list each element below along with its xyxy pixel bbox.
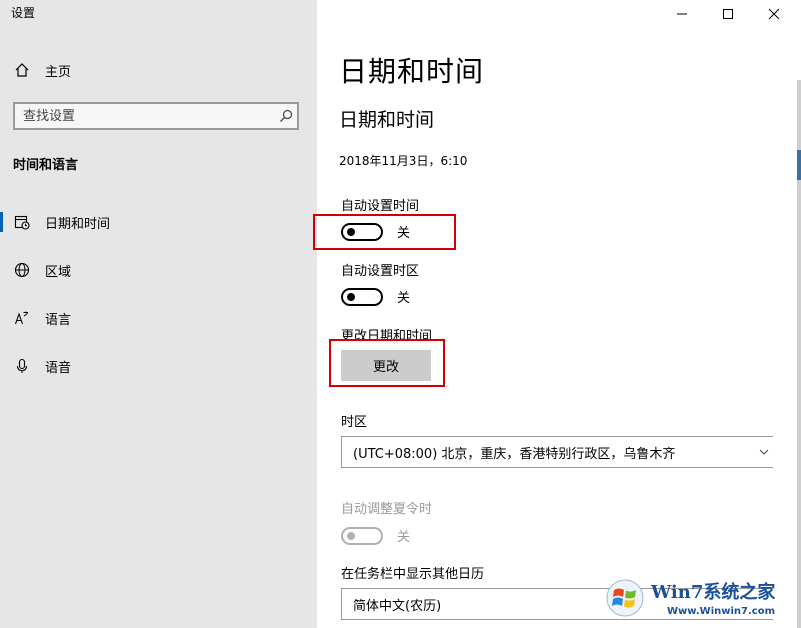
search-box[interactable]: [13, 102, 299, 130]
watermark: Win7系统之家 Www.Winwin7.com: [605, 572, 801, 628]
timezone-select[interactable]: (UTC+08:00) 北京，重庆，香港特别行政区，乌鲁木齐: [341, 436, 773, 468]
sidebar-item-speech[interactable]: 语音: [0, 346, 317, 386]
search-icon[interactable]: [275, 109, 297, 123]
sidebar-home-label: 主页: [45, 64, 72, 80]
auto-timezone-label: 自动设置时区: [341, 264, 420, 279]
sidebar-item-date-time[interactable]: 日期和时间: [0, 202, 317, 242]
microphone-icon: [13, 357, 31, 375]
windows-logo-icon: [606, 579, 644, 617]
highlight-box-auto-time: [313, 214, 456, 250]
main-content: 日期和时间 日期和时间 2018年11月3日，6:10 自动设置时间 关 自动设…: [317, 0, 801, 628]
sidebar-item-label: 语言: [45, 312, 72, 328]
search-input[interactable]: [15, 107, 275, 125]
sidebar-item-region[interactable]: 区域: [0, 250, 317, 290]
language-icon: [13, 309, 31, 327]
highlight-box-change: [329, 339, 445, 387]
toggle-knob: [347, 531, 355, 540]
timezone-value: (UTC+08:00) 北京，重庆，香港特别行政区，乌鲁木齐: [353, 446, 676, 462]
dst-label: 自动调整夏令时: [341, 502, 433, 517]
page-title: 日期和时间: [339, 55, 485, 88]
dst-toggle[interactable]: [341, 526, 383, 545]
timezone-label: 时区: [341, 415, 368, 430]
calendar-label: 在任务栏中显示其他日历: [341, 567, 485, 582]
toggle-knob: [347, 292, 355, 301]
sidebar-item-label: 语音: [45, 360, 72, 376]
dst-state: 关: [397, 530, 411, 545]
home-icon: [13, 61, 31, 79]
sidebar: 设置 主页 时间和语言 日期和时间 区域 语言 语音: [0, 0, 317, 628]
auto-timezone-toggle[interactable]: [341, 287, 383, 306]
current-datetime: 2018年11月3日，6:10: [339, 154, 468, 168]
app-title: 设置: [11, 6, 36, 20]
sidebar-item-label: 区域: [45, 264, 72, 280]
globe-icon: [13, 261, 31, 279]
group-title: 时间和语言: [13, 158, 79, 173]
dst-row: 关: [341, 526, 410, 545]
watermark-url: Www.Winwin7.com: [667, 606, 776, 617]
auto-timezone-state: 关: [397, 291, 411, 306]
sidebar-item-label: 日期和时间: [45, 216, 111, 232]
auto-time-label: 自动设置时间: [341, 199, 420, 214]
background-window-accent: [797, 150, 801, 180]
section-title: 日期和时间: [339, 109, 435, 131]
sidebar-item-home[interactable]: 主页: [0, 50, 317, 90]
calendar-clock-icon: [13, 213, 31, 231]
auto-timezone-row: 关: [341, 287, 410, 306]
chevron-down-icon: [755, 449, 773, 455]
sidebar-item-language[interactable]: 语言: [0, 298, 317, 338]
watermark-brand: Win7系统之家: [651, 582, 776, 603]
